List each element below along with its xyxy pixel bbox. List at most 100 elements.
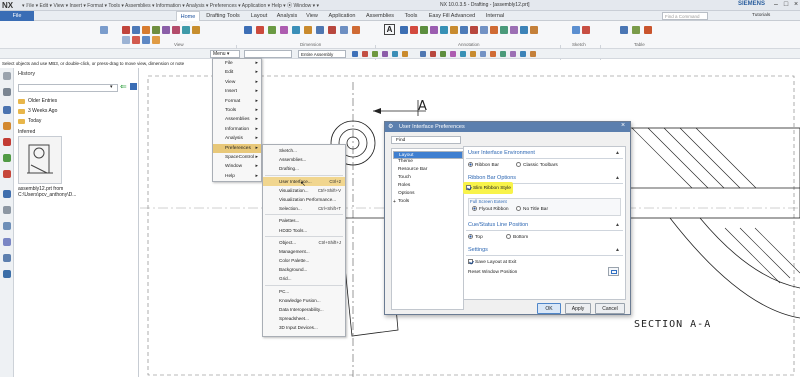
system-scenes-icon[interactable]	[3, 270, 11, 278]
pref-pc[interactable]: PC...	[263, 287, 345, 296]
radio-no-title-bar[interactable]: No Title Bar	[516, 206, 548, 212]
annotation-tool-icon[interactable]	[500, 26, 508, 34]
thickness-dimension-icon[interactable]	[304, 26, 312, 34]
pref-grid[interactable]: Grid...	[263, 274, 345, 283]
reset-window-position-button[interactable]	[608, 267, 619, 276]
roles-icon[interactable]	[3, 254, 11, 262]
pref-hd3d-tools[interactable]: HD3D Tools...	[263, 226, 345, 235]
weld-symbol-icon[interactable]	[450, 26, 458, 34]
find-input[interactable]: Find	[391, 136, 461, 144]
radio-classic-toolbars[interactable]: Classic Toolbars	[516, 162, 558, 168]
pref-background[interactable]: Background...	[263, 265, 345, 274]
pref-visualization-performance[interactable]: Visualization Performance...	[263, 195, 345, 204]
pref-object[interactable]: Object... Ctrl+Shift+J	[263, 238, 345, 247]
snap-icon[interactable]	[500, 51, 506, 57]
balloon-icon[interactable]	[644, 26, 652, 34]
filter-icon[interactable]	[392, 51, 398, 57]
menu-item-analysis[interactable]: Analysis ▸	[213, 134, 261, 143]
view-icon[interactable]	[100, 26, 108, 34]
pref-data-interoperability[interactable]: Data Interoperability...	[263, 305, 345, 314]
dialog-title-bar[interactable]: User Interface Preferences	[385, 122, 630, 132]
back-arrow-icon[interactable]: ⇐	[120, 82, 127, 91]
gear-icon[interactable]	[3, 72, 11, 80]
radio-flyout-ribbon[interactable]: Flyout Ribbon	[472, 206, 509, 212]
snap-icon[interactable]	[510, 51, 516, 57]
snap-icon[interactable]	[490, 51, 496, 57]
chevron-down-icon[interactable]: ▾	[110, 84, 113, 90]
cancel-button[interactable]: Cancel	[595, 303, 625, 314]
menu-item-insert[interactable]: Insert ▸	[213, 87, 261, 96]
sketch-tool-icon[interactable]	[582, 26, 590, 34]
checkbox-slim-ribbon-style[interactable]: Slim Ribbon Style	[466, 185, 511, 191]
navigator-icon[interactable]	[3, 88, 11, 96]
history-icon[interactable]	[3, 190, 11, 198]
snap-icon[interactable]	[430, 51, 436, 57]
filter-icon[interactable]	[382, 51, 388, 57]
tab-drafting-tools[interactable]: Drafting Tools	[203, 11, 243, 21]
view-options-icon[interactable]	[130, 83, 137, 90]
menu-item-window[interactable]: Window ▸	[213, 162, 261, 171]
snap-icon[interactable]	[450, 51, 456, 57]
datum-target-icon[interactable]	[420, 26, 428, 34]
arc-length-dimension-icon[interactable]	[316, 26, 324, 34]
pref-3d-input-devices[interactable]: 3D Input Devices...	[263, 323, 345, 332]
close-icon[interactable]: ×	[621, 122, 625, 129]
snap-icon[interactable]	[460, 51, 466, 57]
type-filter-select[interactable]	[244, 50, 292, 58]
feature-control-frame-icon[interactable]	[400, 26, 408, 34]
annotation-tool-icon[interactable]	[490, 26, 498, 34]
linear-dimension-icon[interactable]	[256, 26, 264, 34]
tab-analysis[interactable]: Analysis	[274, 11, 300, 21]
pref-selection[interactable]: Selection... Ctrl+Shift+T	[263, 204, 345, 213]
pref-color-palette[interactable]: Color Palette...	[263, 256, 345, 265]
snap-icon[interactable]	[420, 51, 426, 57]
close-icon[interactable]: ×	[791, 1, 800, 9]
menu-item-help[interactable]: Help ▸	[213, 172, 261, 181]
part-navigator-icon[interactable]	[3, 106, 11, 114]
tree-item-resource-bar[interactable]: Resource Bar	[398, 167, 427, 172]
tree-item-options[interactable]: Options	[398, 191, 415, 196]
radio-ribbon-bar[interactable]: Ribbon Bar	[468, 162, 499, 168]
section-settings[interactable]: Settings ▲	[466, 245, 623, 256]
menu-item-view[interactable]: View ▸	[213, 78, 261, 87]
pref-management[interactable]: Management...	[263, 247, 345, 256]
annotation-tool-icon[interactable]	[510, 26, 518, 34]
folder-older-entries[interactable]: Older Entries	[28, 98, 57, 104]
menu-item-file[interactable]: File ▸	[213, 59, 261, 68]
tab-layout[interactable]: Layout	[248, 11, 270, 21]
angular-dimension-icon[interactable]	[280, 26, 288, 34]
update-view-icon[interactable]	[182, 26, 190, 34]
folder-today[interactable]: Today	[28, 118, 41, 124]
constraint-navigator-icon[interactable]	[3, 138, 11, 146]
manufacturing-wizards-icon[interactable]	[3, 238, 11, 246]
sketch-icon[interactable]	[572, 26, 580, 34]
menu-item-spacecontrol[interactable]: SpaceControl ▸	[213, 153, 261, 162]
view-tool-icon[interactable]	[142, 36, 150, 44]
snap-icon[interactable]	[470, 51, 476, 57]
radio-bottom[interactable]: Bottom	[506, 234, 528, 240]
expand-icon[interactable]: +	[393, 199, 396, 205]
annotation-tool-icon[interactable]	[520, 26, 528, 34]
snap-icon[interactable]	[480, 51, 486, 57]
assembly-navigator-icon[interactable]	[3, 122, 11, 130]
pref-spreadsheet[interactable]: Spreadsheet...	[263, 314, 345, 323]
history-filter-select[interactable]	[18, 84, 118, 92]
menu-item-assemblies[interactable]: Assemblies ▸	[213, 115, 261, 124]
tab-home[interactable]: Home	[176, 11, 200, 21]
section-ui-environment[interactable]: User Interface Environment ▲	[466, 148, 623, 159]
pref-assemblies[interactable]: Assemblies...	[263, 155, 345, 164]
centerline-icon[interactable]	[460, 26, 468, 34]
radio-top[interactable]: Top	[468, 234, 483, 240]
section-cue-status-line[interactable]: Cue/Status Line Position ▲	[466, 220, 623, 231]
projected-view-icon[interactable]	[132, 26, 140, 34]
quick-access-toolbar[interactable]: ▾ 𝔽ile ▾ Edit ▾ View ▾ Insert ▾ Format ▾…	[22, 2, 319, 9]
crosshatch-icon[interactable]	[470, 26, 478, 34]
menu-item-tools[interactable]: Tools ▸	[213, 106, 261, 115]
pref-palettes[interactable]: Palettes...	[263, 216, 345, 225]
tree-item-touch[interactable]: Touch	[398, 175, 411, 180]
annotation-tool-icon[interactable]	[480, 26, 488, 34]
menu-button[interactable]: Menu ▾	[210, 50, 240, 58]
filter-icon[interactable]	[402, 51, 408, 57]
reuse-library-icon[interactable]	[3, 154, 11, 162]
web-browser-icon[interactable]	[3, 170, 11, 178]
